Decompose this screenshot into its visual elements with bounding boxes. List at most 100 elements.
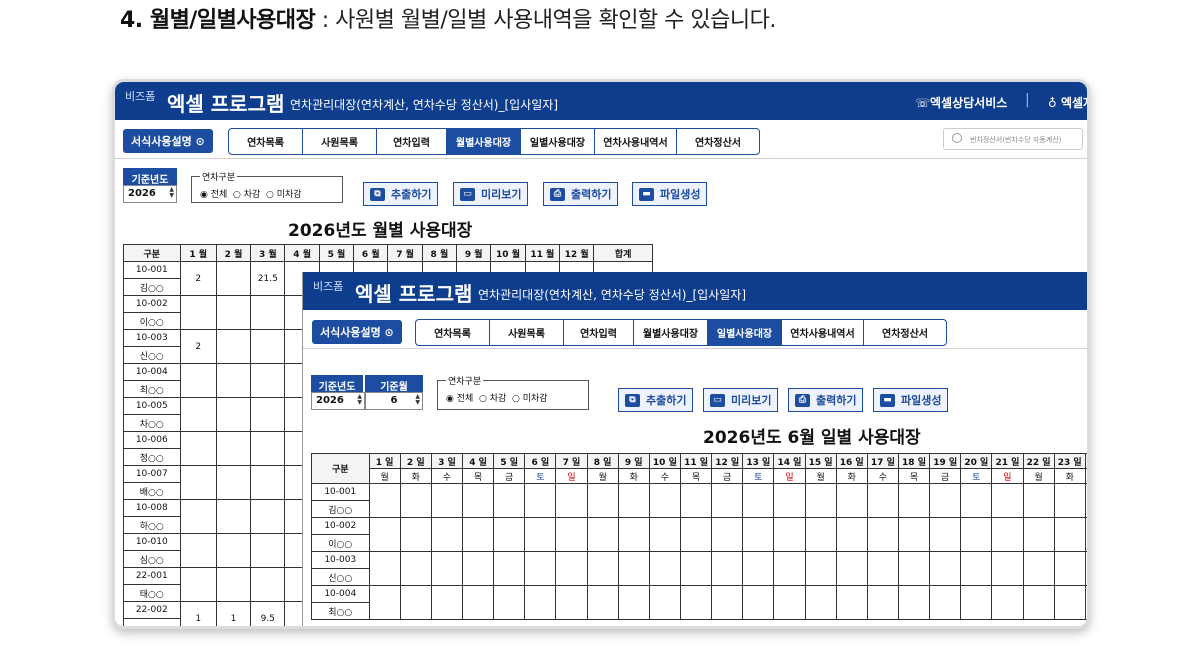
day-value-cell[interactable] [586, 551, 619, 586]
usage-guide-button[interactable]: 서식사용설명 ⊙ [123, 129, 213, 153]
day-value-cell[interactable] [929, 551, 962, 586]
day-value-cell[interactable] [679, 551, 713, 586]
employee-id-cell[interactable]: 10-003 [311, 551, 370, 569]
extract-button-daily[interactable]: ⧉ 추출하기 [618, 388, 694, 412]
employee-name-cell[interactable]: 이○○ [123, 312, 181, 330]
employee-id-cell[interactable]: 10-002 [311, 517, 370, 535]
day-value-cell[interactable] [493, 551, 526, 586]
employee-id-cell[interactable]: 10-006 [123, 431, 181, 449]
employee-id-cell[interactable]: 10-003 [123, 329, 181, 347]
day-value-cell[interactable] [586, 517, 619, 552]
employee-name-cell[interactable]: 최○○ [311, 602, 370, 620]
day-value-cell[interactable] [555, 551, 588, 586]
day-value-cell[interactable] [866, 517, 899, 552]
month-value-cell[interactable] [179, 533, 217, 568]
month-stepper[interactable]: 6 ▲ ▼ [365, 392, 423, 410]
day-value-cell[interactable] [555, 483, 588, 518]
day-value-cell[interactable] [1084, 483, 1087, 518]
radio-deduct[interactable]: ○ 차감 [233, 190, 260, 200]
day-value-cell[interactable] [586, 483, 619, 518]
radio-nodeduct[interactable]: ○ 미차감 [512, 394, 548, 404]
day-value-cell[interactable] [929, 585, 962, 620]
day-value-cell[interactable] [991, 483, 1024, 518]
month-value-cell[interactable] [250, 533, 286, 568]
day-value-cell[interactable] [960, 585, 993, 620]
print-button[interactable]: ⎙ 출력하기 [543, 182, 619, 206]
day-value-cell[interactable] [368, 517, 401, 552]
day-value-cell[interactable] [617, 585, 650, 620]
day-value-cell[interactable] [960, 517, 993, 552]
day-value-cell[interactable] [368, 585, 401, 620]
month-value-cell[interactable] [179, 465, 217, 500]
radio-nodeduct[interactable]: ○ 미차감 [266, 190, 302, 200]
month-value-cell[interactable]: 2 [179, 261, 217, 296]
employee-name-cell[interactable]: 김○○ [123, 278, 181, 296]
month-value-cell[interactable] [215, 465, 252, 500]
day-value-cell[interactable] [897, 585, 931, 620]
day-value-cell[interactable] [368, 483, 401, 518]
month-value-cell[interactable] [179, 397, 217, 432]
day-value-cell[interactable] [524, 517, 557, 552]
file-create-button-daily[interactable]: ▬ 파일생성 [873, 388, 949, 412]
tab-usage-statement[interactable]: 연차사용내역서 [595, 129, 677, 154]
employee-name-cell[interactable]: 태○○ [123, 584, 181, 602]
stepper-arrows-icon[interactable]: ▲ ▼ [415, 394, 420, 406]
day-value-cell[interactable] [711, 585, 744, 620]
month-value-cell[interactable]: 1 [215, 601, 252, 626]
day-value-cell[interactable] [430, 517, 463, 552]
day-value-cell[interactable] [493, 585, 526, 620]
day-value-cell[interactable] [1084, 517, 1087, 552]
day-value-cell[interactable] [804, 585, 837, 620]
radio-deduct[interactable]: ○ 차감 [479, 394, 506, 404]
tab-settlement[interactable]: 연차정산서 [677, 129, 759, 154]
day-value-cell[interactable] [960, 483, 993, 518]
employee-id-cell[interactable]: 10-007 [123, 465, 181, 483]
month-value-cell[interactable] [250, 329, 286, 364]
tab-employee-list[interactable]: 사원목록 [303, 129, 377, 154]
month-value-cell[interactable]: 9.5 [250, 601, 286, 626]
day-value-cell[interactable] [991, 517, 1024, 552]
tab-annual-list[interactable]: 연차목록 [416, 320, 490, 345]
tab-annual-input[interactable]: 연차입력 [377, 129, 447, 154]
month-value-cell[interactable] [215, 329, 252, 364]
usage-guide-button-daily[interactable]: 서식사용설명 ⊙ [312, 320, 402, 344]
day-value-cell[interactable] [617, 483, 650, 518]
month-value-cell[interactable]: 2 [179, 329, 217, 364]
employee-name-cell[interactable]: 정○○ [123, 448, 181, 466]
employee-id-cell[interactable]: 10-001 [311, 483, 370, 501]
employee-name-cell[interactable]: 최○○ [123, 380, 181, 398]
day-value-cell[interactable] [524, 483, 557, 518]
month-value-cell[interactable] [215, 295, 252, 330]
day-value-cell[interactable] [493, 483, 526, 518]
employee-name-cell[interactable]: 하○○ [123, 516, 181, 534]
month-value-cell[interactable] [179, 499, 217, 534]
month-value-cell[interactable] [250, 567, 286, 602]
day-value-cell[interactable] [399, 517, 432, 552]
employee-name-cell[interactable] [123, 618, 181, 626]
tab-employee-list[interactable]: 사원목록 [490, 320, 564, 345]
day-value-cell[interactable] [897, 551, 931, 586]
preview-button[interactable]: ▭ 미리보기 [453, 182, 529, 206]
month-value-cell[interactable] [215, 533, 252, 568]
tab-monthly-ledger[interactable]: 월별사용대장 [447, 129, 521, 154]
day-value-cell[interactable] [461, 551, 495, 586]
day-value-cell[interactable] [648, 585, 681, 620]
month-value-cell[interactable] [250, 431, 286, 466]
month-value-cell[interactable] [250, 397, 286, 432]
day-value-cell[interactable] [929, 517, 962, 552]
month-value-cell[interactable] [250, 465, 286, 500]
day-value-cell[interactable] [430, 483, 463, 518]
month-value-cell[interactable] [215, 261, 252, 296]
preview-button-daily[interactable]: ▭ 미리보기 [703, 388, 779, 412]
day-value-cell[interactable] [1053, 483, 1086, 518]
day-value-cell[interactable] [617, 551, 650, 586]
day-value-cell[interactable] [586, 585, 619, 620]
tab-daily-ledger[interactable]: 일별사용대장 [521, 129, 595, 154]
employee-id-cell[interactable]: 10-008 [123, 499, 181, 517]
year-stepper-daily[interactable]: 2026 ▲ ▼ [311, 392, 365, 410]
day-value-cell[interactable] [742, 585, 775, 620]
day-value-cell[interactable] [524, 585, 557, 620]
day-value-cell[interactable] [1022, 551, 1055, 586]
day-value-cell[interactable] [1022, 483, 1055, 518]
day-value-cell[interactable] [835, 585, 868, 620]
